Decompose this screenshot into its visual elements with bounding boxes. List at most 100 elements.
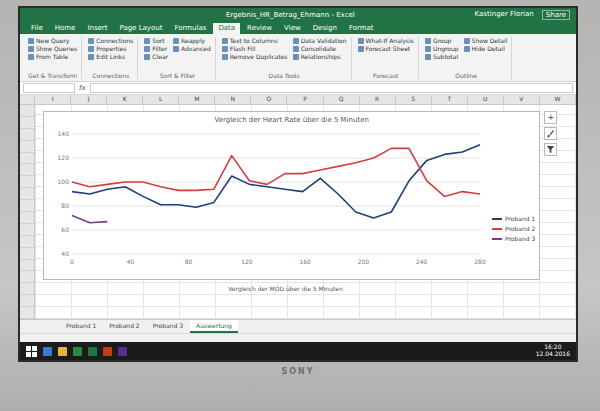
ribbon-tab[interactable]: Data	[213, 23, 240, 34]
taskbar-app-icon[interactable]	[103, 347, 112, 356]
ribbon-button[interactable]: Connections	[88, 37, 133, 44]
ribbon-button[interactable]: Remove Duplicates	[222, 53, 288, 60]
ribbon-button[interactable]: From Table	[28, 53, 77, 60]
clock[interactable]: 16:2012.04.2016	[536, 344, 570, 357]
series-line[interactable]	[72, 216, 108, 223]
ribbon-button[interactable]: Group	[425, 37, 459, 44]
ribbon-button[interactable]: What-If Analysis	[358, 37, 414, 44]
sheet-tab[interactable]: Proband 2	[103, 320, 145, 333]
fx-button[interactable]: fx	[79, 84, 86, 92]
ribbon-tab[interactable]: Design	[308, 23, 342, 34]
row-header[interactable]	[20, 141, 34, 153]
legend-item[interactable]: Proband 1	[492, 215, 535, 222]
column-header[interactable]: L	[143, 95, 179, 104]
cell-grid[interactable]: Vergleich der Heart Rate über die 5 Minu…	[35, 105, 576, 319]
column-header[interactable]: P	[287, 95, 323, 104]
column-header[interactable]: U	[468, 95, 504, 104]
ribbon-tab[interactable]: File	[26, 23, 48, 34]
ribbon-button[interactable]: Show Queries	[28, 45, 77, 52]
ribbon-tab[interactable]: Insert	[82, 23, 112, 34]
ribbon-tab[interactable]: Review	[242, 23, 277, 34]
chart-elements-button[interactable]: +	[544, 111, 557, 124]
column-header[interactable]: O	[251, 95, 287, 104]
column-header[interactable]: I	[35, 95, 71, 104]
row-header[interactable]	[20, 283, 34, 295]
ribbon-button[interactable]: Properties	[88, 45, 133, 52]
row-header[interactable]	[20, 105, 34, 117]
ribbon-button[interactable]: Reapply	[173, 37, 211, 44]
legend-item[interactable]: Proband 2	[492, 225, 535, 232]
gridline	[72, 206, 480, 207]
row-header[interactable]	[20, 307, 34, 319]
taskbar-app-icon[interactable]	[88, 347, 97, 356]
column-header[interactable]: V	[504, 95, 540, 104]
user-name[interactable]: Kastinger Florian	[475, 10, 534, 20]
taskbar-app-icon[interactable]	[43, 347, 52, 356]
ribbon-button[interactable]: Ungroup	[425, 45, 459, 52]
column-header[interactable]: K	[107, 95, 143, 104]
series-line[interactable]	[72, 148, 480, 196]
row-header[interactable]	[20, 236, 34, 248]
button-icon	[425, 54, 431, 60]
row-header[interactable]	[20, 224, 34, 236]
row-header[interactable]	[20, 176, 34, 188]
ribbon-button[interactable]: Advanced	[173, 45, 211, 52]
row-header[interactable]	[20, 295, 34, 307]
row-header[interactable]	[20, 248, 34, 260]
ribbon-button[interactable]: Show Detail	[464, 37, 508, 44]
chart-filters-button[interactable]	[544, 143, 557, 156]
legend-item[interactable]: Proband 3	[492, 235, 535, 242]
row-header[interactable]	[20, 200, 34, 212]
sheet-tab[interactable]: Proband 1	[60, 320, 102, 333]
ribbon-button[interactable]: Filter	[144, 45, 168, 52]
ribbon-tab[interactable]: Page Layout	[114, 23, 167, 34]
ribbon-tab[interactable]: Formulas	[169, 23, 211, 34]
ribbon-tab[interactable]: Format	[344, 23, 379, 34]
column-header[interactable]: R	[360, 95, 396, 104]
ribbon-button[interactable]: Forecast Sheet	[358, 45, 414, 52]
name-box[interactable]	[23, 83, 75, 93]
row-header[interactable]	[20, 260, 34, 272]
sheet-tab[interactable]: Proband 3	[147, 320, 189, 333]
column-header[interactable]: Q	[324, 95, 360, 104]
ribbon-button[interactable]: Flash Fill	[222, 45, 288, 52]
ribbon-button[interactable]: Subtotal	[425, 53, 459, 60]
row-header[interactable]	[20, 188, 34, 200]
column-header[interactable]: S	[396, 95, 432, 104]
ribbon-button[interactable]: Data Validation	[293, 37, 347, 44]
taskbar-app-icon[interactable]	[58, 347, 67, 356]
ribbon-button[interactable]: Sort	[144, 37, 168, 44]
row-header[interactable]	[20, 164, 34, 176]
column-header[interactable]: M	[179, 95, 215, 104]
taskbar-app-icon[interactable]	[118, 347, 127, 356]
column-header[interactable]: J	[71, 95, 107, 104]
taskbar-app-icon[interactable]	[73, 347, 82, 356]
ribbon-button[interactable]: Hide Detail	[464, 45, 508, 52]
share-button[interactable]: Share	[542, 10, 570, 20]
row-header[interactable]	[20, 271, 34, 283]
column-header[interactable]: N	[215, 95, 251, 104]
ribbon-button[interactable]: Consolidate	[293, 45, 347, 52]
select-all[interactable]	[20, 95, 35, 104]
row-header[interactable]	[20, 212, 34, 224]
column-header[interactable]: W	[540, 95, 576, 104]
button-icon	[293, 46, 299, 52]
formula-input[interactable]	[90, 83, 573, 93]
row-header[interactable]	[20, 117, 34, 129]
row-header[interactable]	[20, 129, 34, 141]
ribbon-button[interactable]: Relationships	[293, 53, 347, 60]
series-line[interactable]	[72, 145, 480, 218]
windows-start-icon[interactable]	[26, 346, 37, 357]
ribbon-button[interactable]: Text to Columns	[222, 37, 288, 44]
ribbon-button[interactable]: Edit Links	[88, 53, 133, 60]
ribbon-button[interactable]: Clear	[144, 53, 168, 60]
column-header[interactable]: T	[432, 95, 468, 104]
chart-styles-button[interactable]	[544, 127, 557, 140]
chart[interactable]: Vergleich der Heart Rate über die 5 Minu…	[43, 111, 540, 280]
row-header[interactable]	[20, 153, 34, 165]
ribbon-tab[interactable]: Home	[50, 23, 81, 34]
ribbon-tab[interactable]: View	[279, 23, 306, 34]
sheet-tab[interactable]: Auswertung	[190, 320, 238, 333]
ribbon-button[interactable]: New Query	[28, 37, 77, 44]
button-icon	[144, 46, 150, 52]
